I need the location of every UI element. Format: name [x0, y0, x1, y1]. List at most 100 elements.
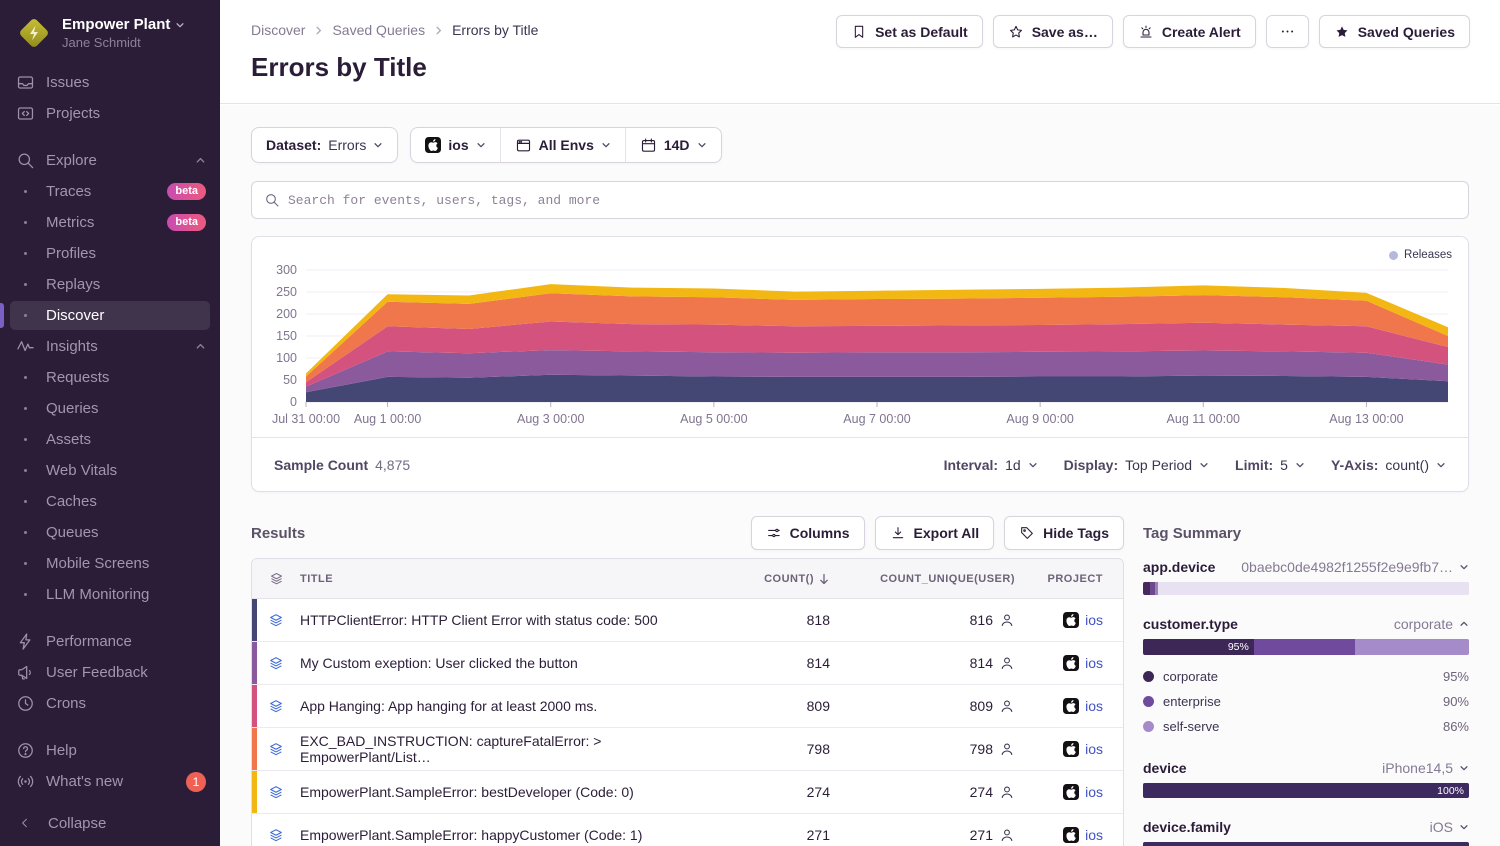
row-title[interactable]: App Hanging: App hanging for at least 20…	[300, 698, 720, 714]
row-title[interactable]: EmpowerPlant.SampleError: happyCustomer …	[300, 827, 720, 843]
area-series[interactable]	[306, 375, 1448, 402]
chevron-left-icon	[18, 816, 32, 830]
column-header-project[interactable]: PROJECT	[1015, 573, 1123, 585]
sidebar-item-web-vitals[interactable]: Web Vitals	[0, 455, 220, 486]
sidebar-item-profiles[interactable]: Profiles	[0, 238, 220, 269]
project-link[interactable]: ios	[1085, 698, 1103, 714]
tag-value[interactable]: iOS	[1430, 819, 1469, 835]
stack-icon	[268, 698, 284, 714]
yaxis-label: Y-Axis:	[1331, 457, 1378, 473]
tag-bar-segment[interactable]: 100%	[1143, 783, 1469, 798]
tag-distribution-bar[interactable]: 100%	[1143, 783, 1469, 798]
saved-queries-button[interactable]: Saved Queries	[1319, 15, 1470, 48]
limit-control[interactable]: Limit: 5	[1235, 457, 1305, 473]
legend-dot	[1143, 696, 1154, 707]
collapse-button[interactable]: Collapse	[0, 800, 220, 846]
set-as-default-button[interactable]: Set as Default	[836, 15, 983, 48]
tag-bar-segment[interactable]	[1158, 582, 1469, 595]
date-range-filter[interactable]: 14D	[625, 128, 721, 162]
sidebar-item-metrics[interactable]: Metricsbeta	[0, 207, 220, 238]
more-options-button[interactable]	[1266, 15, 1309, 48]
sample-count-label: Sample Count	[274, 457, 368, 473]
tag-value[interactable]: corporate	[1394, 616, 1469, 632]
sidebar-item-discover[interactable]: Discover	[0, 300, 220, 331]
dataset-selector[interactable]: Dataset: Errors	[251, 127, 398, 163]
column-header-title[interactable]: TITLE	[300, 573, 720, 585]
project-link[interactable]: ios	[1085, 784, 1103, 800]
sidebar-item-requests[interactable]: Requests	[0, 362, 220, 393]
tag-value[interactable]: iPhone14,5	[1382, 760, 1469, 776]
download-icon	[890, 525, 906, 541]
project-link[interactable]: ios	[1085, 655, 1103, 671]
search-icon	[264, 192, 280, 208]
sidebar-item-assets[interactable]: Assets	[0, 424, 220, 455]
results-heading: Results	[251, 525, 305, 542]
row-title[interactable]: HTTPClientError: HTTP Client Error with …	[300, 612, 720, 628]
tag-bar-segment[interactable]	[1143, 582, 1150, 595]
sidebar-item-crons[interactable]: Crons	[0, 688, 220, 719]
sidebar-item-what-s-new[interactable]: What's new1	[0, 766, 220, 797]
breadcrumb-saved-queries[interactable]: Saved Queries	[332, 22, 425, 38]
project-link[interactable]: ios	[1085, 612, 1103, 628]
columns-button[interactable]: Columns	[751, 516, 865, 550]
sidebar-item-help[interactable]: Help	[0, 735, 220, 766]
save-as-button[interactable]: Save as…	[993, 15, 1113, 48]
sidebar-item-issues[interactable]: Issues	[0, 67, 220, 98]
sidebar-item-queries[interactable]: Queries	[0, 393, 220, 424]
sidebar-item-llm-monitoring[interactable]: LLM Monitoring	[0, 579, 220, 610]
tag-bar-segment[interactable]	[1355, 639, 1469, 655]
main-content: Dataset: Errors ios All Envs 14D	[220, 105, 1500, 846]
row-title[interactable]: EXC_BAD_INSTRUCTION: captureFatalError: …	[300, 733, 720, 765]
table-row[interactable]: EmpowerPlant.SampleError: bestDeveloper …	[252, 771, 1123, 814]
tag-distribution-bar[interactable]: 95%	[1143, 639, 1469, 655]
tag-name: device	[1143, 760, 1187, 776]
row-title[interactable]: EmpowerPlant.SampleError: bestDeveloper …	[300, 784, 720, 800]
apple-icon	[1063, 655, 1079, 671]
interval-control[interactable]: Interval: 1d	[944, 457, 1038, 473]
project-link[interactable]: ios	[1085, 741, 1103, 757]
tag-value[interactable]: 0baebc0de4982f1255f2e9e9fb7…	[1241, 559, 1469, 575]
tag-summary: Tag Summary app.device0baebc0de4982f1255…	[1143, 515, 1469, 846]
tag-bar-segment[interactable]: 95%	[1143, 639, 1254, 655]
org-switcher[interactable]: Empower Plant Jane Schmidt	[0, 0, 220, 61]
issues-icon	[16, 73, 35, 92]
project-link[interactable]: ios	[1085, 827, 1103, 843]
table-row[interactable]: HTTPClientError: HTTP Client Error with …	[252, 599, 1123, 642]
tag-name: app.device	[1143, 559, 1215, 575]
sidebar-item-queues[interactable]: Queues	[0, 517, 220, 548]
sidebar-item-insights[interactable]: Insights	[0, 331, 220, 362]
sidebar-item-projects[interactable]: Projects	[0, 98, 220, 129]
sidebar-item-caches[interactable]: Caches	[0, 486, 220, 517]
export-all-button[interactable]: Export All	[875, 516, 995, 550]
environment-filter[interactable]: All Envs	[500, 128, 625, 162]
sidebar-item-user-feedback[interactable]: User Feedback	[0, 657, 220, 688]
hide-tags-button[interactable]: Hide Tags	[1004, 516, 1124, 550]
search-bar	[251, 181, 1469, 219]
sidebar-item-replays[interactable]: Replays	[0, 269, 220, 300]
table-row[interactable]: EXC_BAD_INSTRUCTION: captureFatalError: …	[252, 728, 1123, 771]
table-row[interactable]: EmpowerPlant.SampleError: happyCustomer …	[252, 814, 1123, 846]
sidebar-item-traces[interactable]: Tracesbeta	[0, 176, 220, 207]
stacked-area-chart[interactable]: 050100150200250300Jul 31 00:00Aug 1 00:0…	[252, 239, 1468, 435]
row-title[interactable]: My Custom exeption: User clicked the but…	[300, 655, 720, 671]
tag-bar-segment[interactable]: 100%	[1143, 842, 1469, 846]
tag-bar-segment[interactable]	[1254, 639, 1355, 655]
display-control[interactable]: Display: Top Period	[1064, 457, 1209, 473]
project-filter[interactable]: ios	[411, 128, 499, 162]
table-row[interactable]: My Custom exeption: User clicked the but…	[252, 642, 1123, 685]
column-header-count[interactable]: COUNT()	[720, 573, 830, 585]
search-input[interactable]	[288, 193, 1456, 208]
tag-distribution-bar[interactable]: 100%	[1143, 842, 1469, 846]
page-title: Errors by Title	[251, 52, 427, 83]
sidebar-item-explore[interactable]: Explore	[0, 145, 220, 176]
dataset-value: Errors	[328, 137, 366, 153]
interval-value: 1d	[1005, 457, 1021, 473]
table-row[interactable]: App Hanging: App hanging for at least 20…	[252, 685, 1123, 728]
sidebar-item-performance[interactable]: Performance	[0, 626, 220, 657]
yaxis-control[interactable]: Y-Axis: count()	[1331, 457, 1446, 473]
breadcrumb-discover[interactable]: Discover	[251, 22, 305, 38]
sidebar-item-mobile-screens[interactable]: Mobile Screens	[0, 548, 220, 579]
column-header-count-unique[interactable]: COUNT_UNIQUE(USER)	[830, 573, 1015, 585]
tag-distribution-bar[interactable]	[1143, 582, 1469, 595]
create-alert-button[interactable]: Create Alert	[1123, 15, 1256, 48]
